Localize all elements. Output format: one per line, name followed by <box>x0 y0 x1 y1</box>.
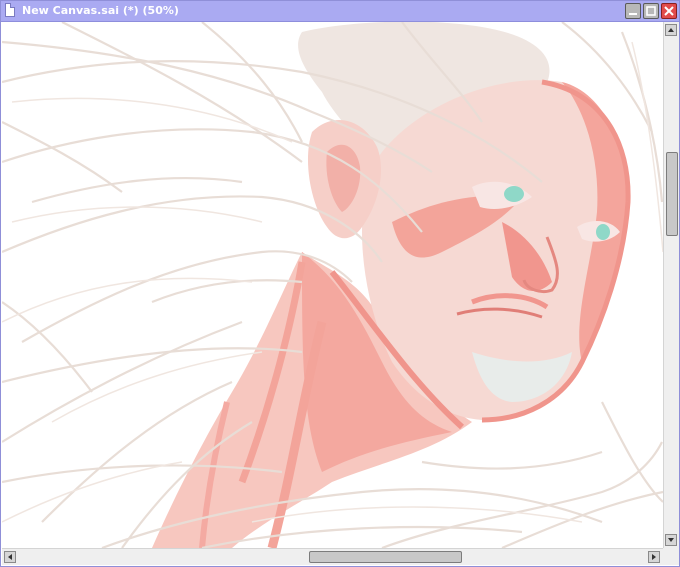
canvas-window: New Canvas.sai (*) (50%) <box>0 0 680 567</box>
scroll-left-button[interactable] <box>4 551 16 563</box>
vertical-scroll-thumb[interactable] <box>666 152 678 236</box>
window-title: New Canvas.sai (*) (50%) <box>22 4 179 17</box>
maximize-icon <box>646 6 656 16</box>
scroll-right-button[interactable] <box>648 551 660 563</box>
minimize-icon <box>629 13 637 15</box>
scrollbar-corner <box>663 548 679 565</box>
vertical-scrollbar[interactable] <box>663 22 679 548</box>
scroll-up-button[interactable] <box>665 24 677 36</box>
minimize-button[interactable] <box>625 3 641 19</box>
drawing-canvas[interactable] <box>2 22 663 548</box>
arrow-left-icon <box>8 554 12 560</box>
arrow-up-icon <box>668 28 674 32</box>
title-bar[interactable]: New Canvas.sai (*) (50%) <box>1 1 679 22</box>
close-icon <box>664 6 674 16</box>
artwork <box>2 22 663 548</box>
horizontal-scroll-thumb[interactable] <box>309 551 462 563</box>
close-button[interactable] <box>661 3 677 19</box>
scroll-down-button[interactable] <box>665 534 677 546</box>
horizontal-scrollbar[interactable] <box>2 548 663 565</box>
document-icon <box>5 3 15 17</box>
maximize-button[interactable] <box>643 3 659 19</box>
arrow-right-icon <box>652 554 656 560</box>
arrow-down-icon <box>668 538 674 542</box>
